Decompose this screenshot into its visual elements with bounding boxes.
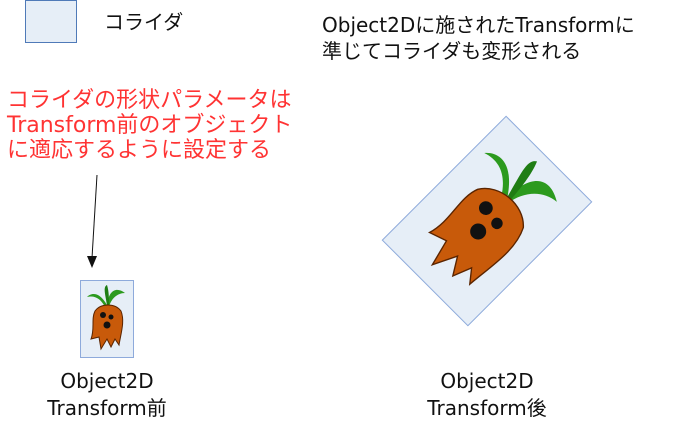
collider-before <box>80 280 134 358</box>
leaves-icon <box>87 285 125 307</box>
arrow <box>87 174 98 268</box>
before-label-line: Transform前 <box>47 396 167 420</box>
after-label-line: Transform後 <box>427 396 547 420</box>
carrot-sprite-before <box>87 285 125 351</box>
before-label-line: Object2D <box>60 369 154 393</box>
after-label: Object2D Transform後 <box>407 368 567 422</box>
before-label: Object2D Transform前 <box>27 368 187 422</box>
diagram: コライダ コライダの形状パラメータは Transform前のオブジェクト に適応… <box>0 0 693 427</box>
after-label-line: Object2D <box>440 369 534 393</box>
